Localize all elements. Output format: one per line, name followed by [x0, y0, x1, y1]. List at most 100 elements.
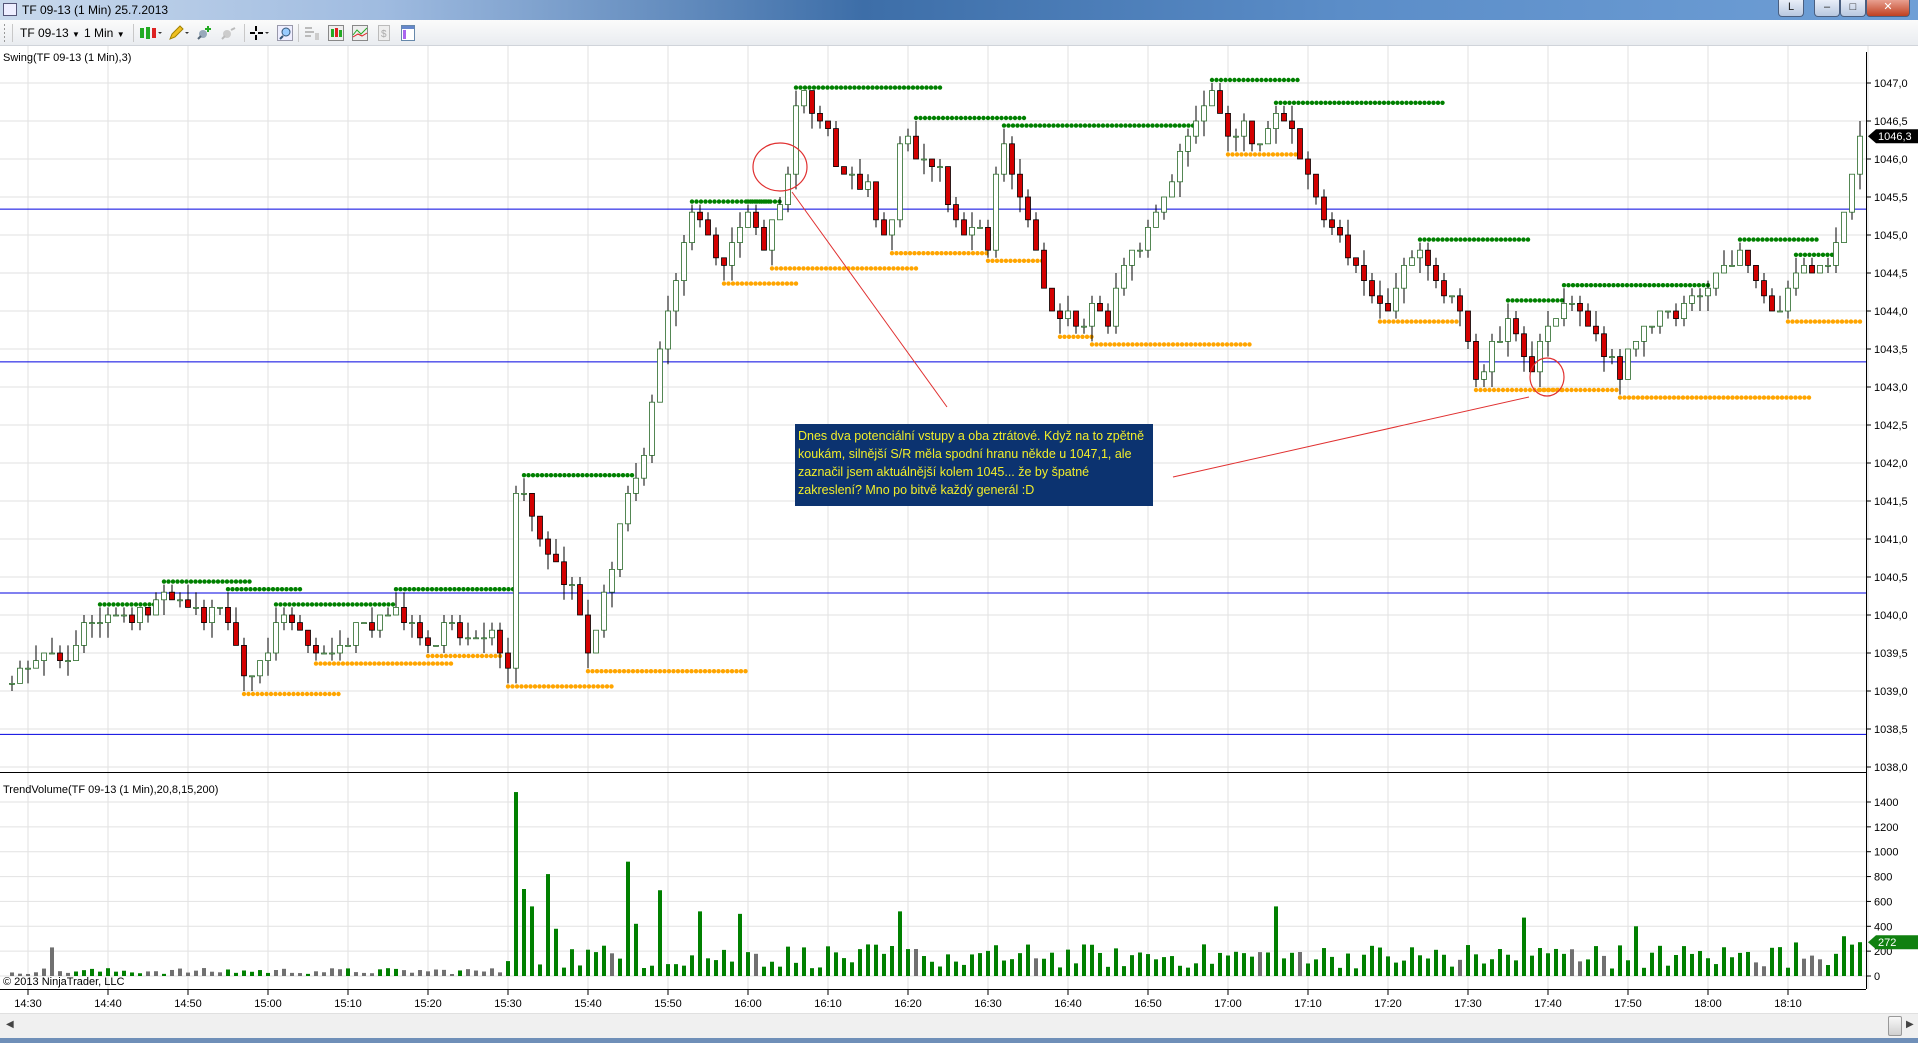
swing-high-dot [1069, 123, 1074, 128]
swing-high-dot [745, 199, 751, 204]
swing-low-dot [1640, 395, 1645, 400]
swing-high-dot [1816, 252, 1821, 257]
candle-body [425, 637, 431, 646]
candle-body [953, 204, 959, 221]
candle-body [1249, 120, 1255, 145]
candle-body [449, 622, 455, 624]
volume-bar [498, 972, 502, 976]
swing-high-dot [1042, 123, 1047, 128]
volume-bar [1002, 960, 1006, 976]
swing-high-dot [1395, 100, 1400, 106]
swing-high-dot [314, 602, 319, 607]
annotation-note[interactable]: Dnes dva potenciální vstupy a oba ztráto… [795, 424, 1153, 506]
swing-low-dot [1386, 319, 1392, 324]
swing-low-dot [1551, 387, 1556, 393]
time-tick-label: 15:30 [494, 998, 522, 1010]
swing-high-dot [161, 579, 167, 584]
swing-high-dot [1602, 283, 1607, 288]
candle-body [1057, 310, 1063, 319]
swing-high-dot [1341, 100, 1346, 106]
candle-body [1809, 264, 1815, 274]
swing-high-dot [1359, 100, 1364, 106]
candle-body [289, 614, 295, 623]
candle-body [585, 614, 591, 654]
swing-high-dot [530, 473, 536, 478]
swing-low-dot [720, 669, 726, 674]
swing-high-dot [963, 115, 968, 121]
swing-high-dot [1019, 123, 1025, 128]
candle [1049, 287, 1055, 312]
volume-bar [602, 945, 606, 976]
swing-low-dot [282, 691, 287, 697]
candle-body [737, 226, 743, 243]
swing-low-dot [805, 266, 811, 271]
swing-low-dot [439, 661, 445, 666]
candle [897, 136, 903, 228]
swing-low-dot [1175, 342, 1180, 347]
candle-body [721, 257, 727, 266]
swing-high-dot [407, 587, 412, 592]
candle-body [297, 622, 303, 631]
swing-low-dot [358, 661, 364, 666]
swing-low-dot [1184, 342, 1189, 347]
chart-canvas[interactable]: 1047,0 1046,5 1046,0 1045,5 1045,0 1044,5 1044… [0, 0, 1918, 1013]
swing-high-dot [1769, 237, 1774, 242]
volume-bar [1106, 966, 1110, 976]
swing-low-dot [1243, 152, 1249, 157]
swing-high-dot [1755, 237, 1761, 242]
swing-low-dot [318, 691, 323, 697]
swing-high-dot [698, 199, 704, 204]
swing-low-dot [609, 684, 614, 689]
swing-high-dot [1141, 123, 1146, 128]
swing-high-dot [865, 85, 871, 90]
swing-high-dot [350, 602, 355, 607]
candle-body [937, 166, 943, 169]
swing-low-dot [934, 251, 940, 256]
candle-body [257, 660, 263, 677]
swing-low-dot [412, 661, 418, 666]
window-bottom-border [0, 1038, 1918, 1043]
volume-bar [1826, 965, 1830, 976]
swing-high-dot [447, 587, 453, 592]
swing-high-dot [1512, 237, 1517, 242]
swing-high-dot [416, 587, 421, 592]
swing-high-dot [1528, 298, 1533, 303]
swing-high-dot [1318, 100, 1324, 106]
horizontal-scrollbar[interactable]: ◀ ▶ [0, 1013, 1918, 1038]
volume-bar [1450, 966, 1454, 976]
swing-low-dot [886, 266, 892, 271]
swing-high-dot [526, 473, 531, 478]
swing-low-dot [1537, 387, 1543, 393]
swing-high-dot [363, 602, 369, 607]
swing-high-dot [188, 579, 194, 584]
swing-high-dot [571, 473, 576, 478]
swing-low-dot [711, 669, 717, 674]
swing-high-dot [620, 473, 626, 478]
swing-low-dot [532, 684, 538, 689]
swing-low-dot [434, 653, 440, 659]
candle-body [73, 645, 79, 662]
last-volume-label: 272 [1878, 937, 1896, 949]
volume-bar [218, 972, 222, 976]
volume-bar [1154, 959, 1158, 976]
volume-bar [178, 968, 182, 976]
swing-high-dot [1214, 77, 1219, 83]
swing-low-dot [1012, 258, 1018, 263]
volume-bar [906, 949, 910, 976]
volume-tick-label: 400 [1874, 921, 1892, 933]
volume-bar [1498, 949, 1502, 976]
scrollbar-thumb[interactable] [1888, 1016, 1902, 1036]
scroll-left-icon[interactable]: ◀ [6, 1019, 14, 1030]
swing-high-dot [535, 473, 540, 478]
swing-high-dot [1787, 237, 1792, 242]
time-tick-label: 16:40 [1054, 998, 1082, 1010]
swing-high-dot [483, 587, 489, 592]
candle-body [9, 683, 15, 685]
candle-body [57, 652, 63, 661]
swing-low-dot [1703, 395, 1708, 400]
swing-high-dot [261, 587, 267, 592]
swing-low-dot [868, 266, 874, 271]
scroll-right-icon[interactable]: ▶ [1906, 1019, 1914, 1030]
swing-low-dot [585, 669, 591, 674]
swing-high-dot [287, 602, 292, 607]
